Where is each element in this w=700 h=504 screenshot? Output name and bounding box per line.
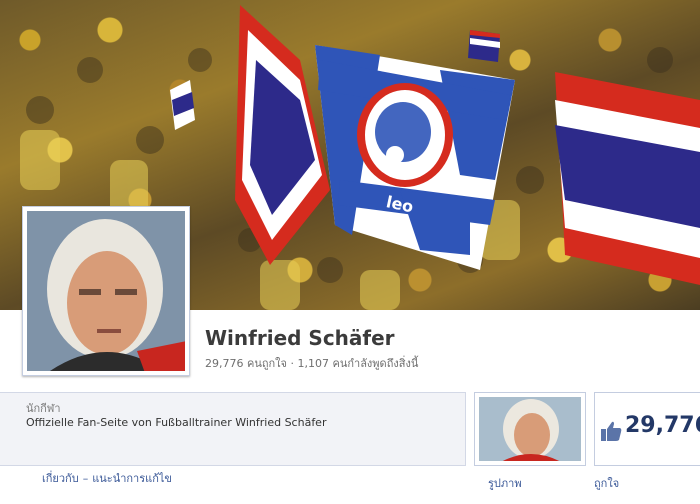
page-stats: 29,776 คนถูกใจ · 1,107 คนกำลังพูดถึงสิ่ง… — [205, 357, 419, 370]
photos-label[interactable]: รูปภาพ — [488, 474, 522, 492]
suggest-edit-link[interactable]: แนะนำการแก้ไข — [92, 472, 172, 485]
about-links: เกี่ยวกับ – แนะนำการแก้ไข — [42, 469, 172, 487]
about-section — [0, 392, 466, 466]
photos-tile[interactable] — [474, 392, 586, 466]
about-link[interactable]: เกี่ยวกับ — [42, 472, 79, 485]
fan-banner: leo — [315, 45, 515, 270]
link-separator: – — [82, 472, 89, 485]
photo-thumbnail — [479, 397, 581, 461]
likes-count: 29,776 — [625, 413, 700, 438]
page-description: Offizielle Fan-Seite von Fußballtrainer … — [26, 416, 327, 429]
page-name: Winfried Schäfer — [205, 326, 395, 350]
thai-flag-left — [235, 5, 330, 265]
profile-picture[interactable] — [22, 206, 190, 376]
thai-flag-right — [555, 72, 700, 285]
thumbs-up-icon — [601, 421, 622, 441]
likes-tile[interactable]: 29,776 — [594, 392, 700, 466]
profile-photo-image — [27, 211, 185, 371]
page-category: นักกีฬา — [26, 402, 61, 415]
likes-label[interactable]: ถูกใจ — [594, 474, 619, 492]
